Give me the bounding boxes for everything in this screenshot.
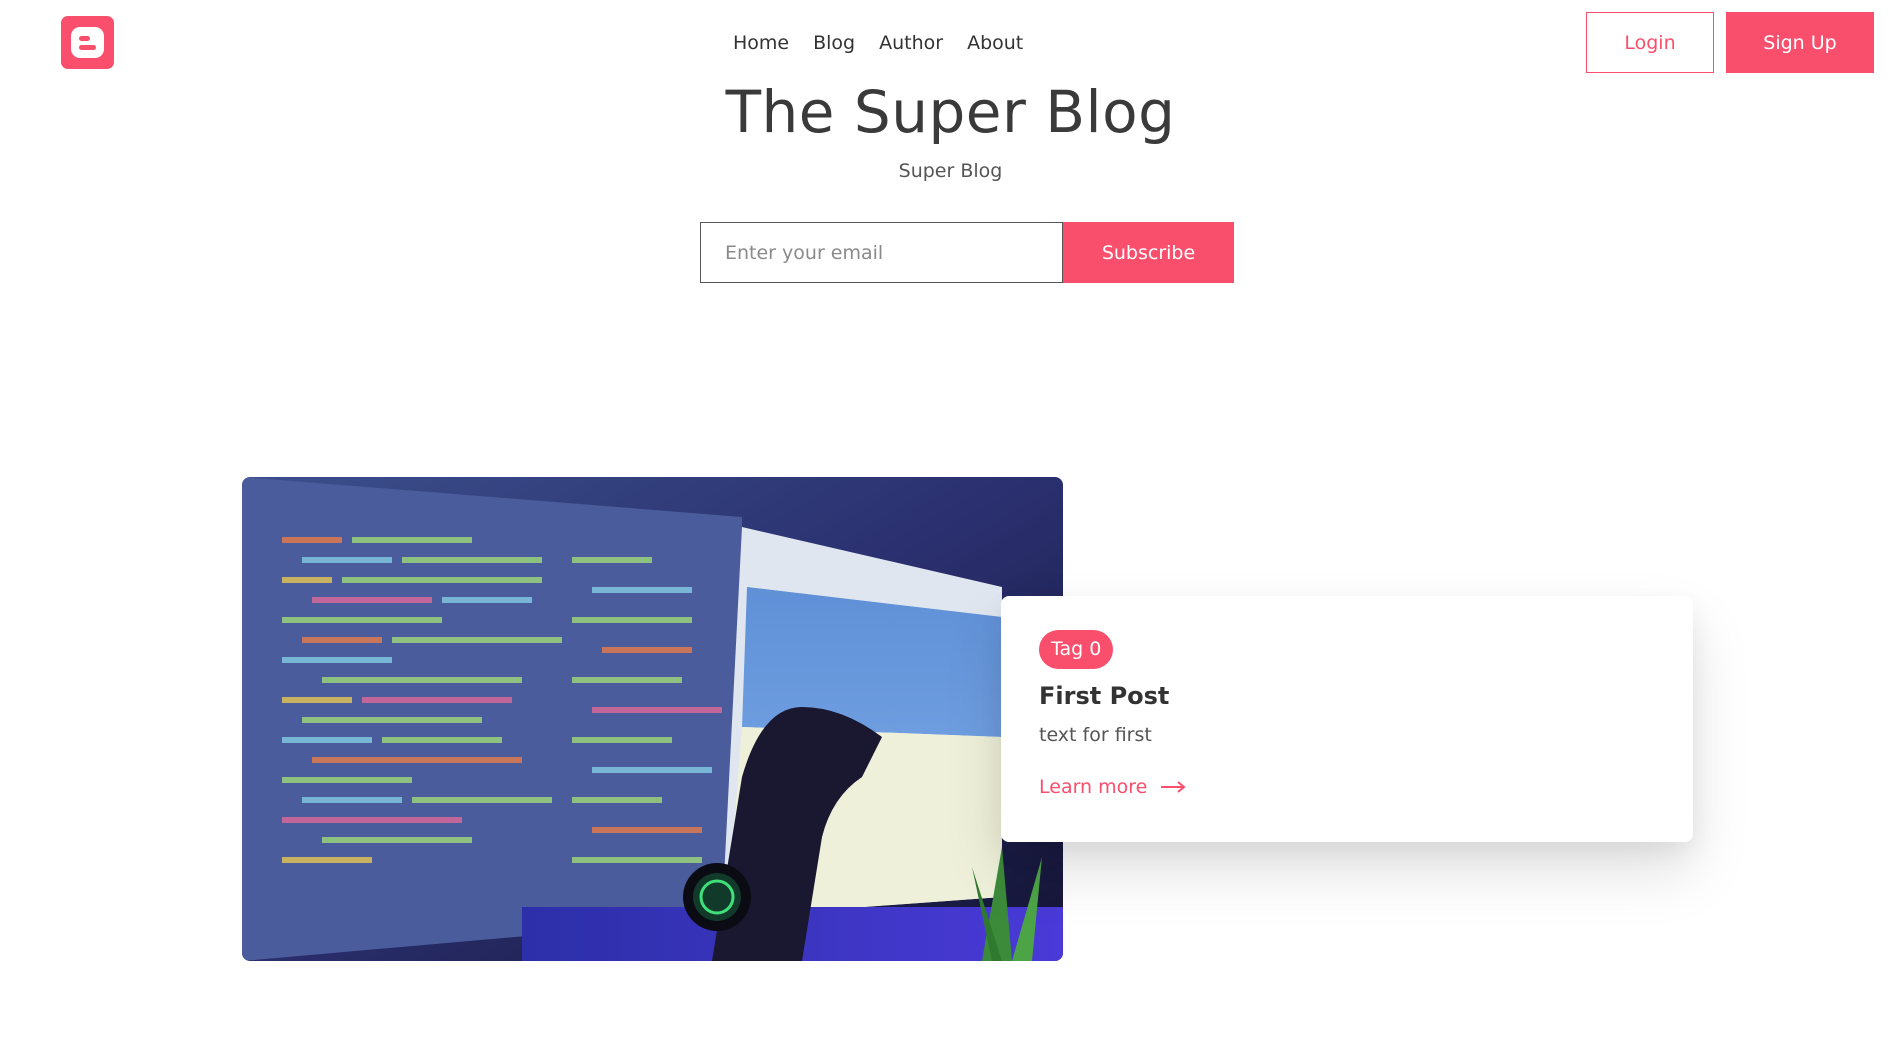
nav-item-blog[interactable]: Blog xyxy=(813,30,855,56)
nav-item-home[interactable]: Home xyxy=(733,30,789,56)
nav-item-about[interactable]: About xyxy=(967,30,1023,56)
signup-button[interactable]: Sign Up xyxy=(1726,12,1874,73)
subscribe-form: Subscribe xyxy=(700,222,1234,283)
post-card: Tag 0 First Post text for first Learn mo… xyxy=(1001,596,1693,842)
subscribe-button[interactable]: Subscribe xyxy=(1063,222,1234,283)
login-button[interactable]: Login xyxy=(1586,12,1714,73)
post-image[interactable] xyxy=(242,477,1063,961)
nav-item-author[interactable]: Author xyxy=(879,30,943,56)
page-subtitle: Super Blog xyxy=(898,160,1003,182)
email-field[interactable] xyxy=(700,222,1063,283)
page-title: The Super Blog xyxy=(725,78,1176,146)
learn-more-link[interactable]: Learn more xyxy=(1039,774,1187,800)
blogger-icon[interactable] xyxy=(61,16,114,69)
post-tag-badge[interactable]: Tag 0 xyxy=(1039,630,1114,669)
arrow-right-icon xyxy=(1161,781,1186,793)
post-excerpt: text for first xyxy=(1039,724,1152,746)
post-title[interactable]: First Post xyxy=(1039,678,1169,714)
main-nav: Home Blog Author About xyxy=(733,30,1047,56)
learn-more-label: Learn more xyxy=(1039,776,1148,798)
